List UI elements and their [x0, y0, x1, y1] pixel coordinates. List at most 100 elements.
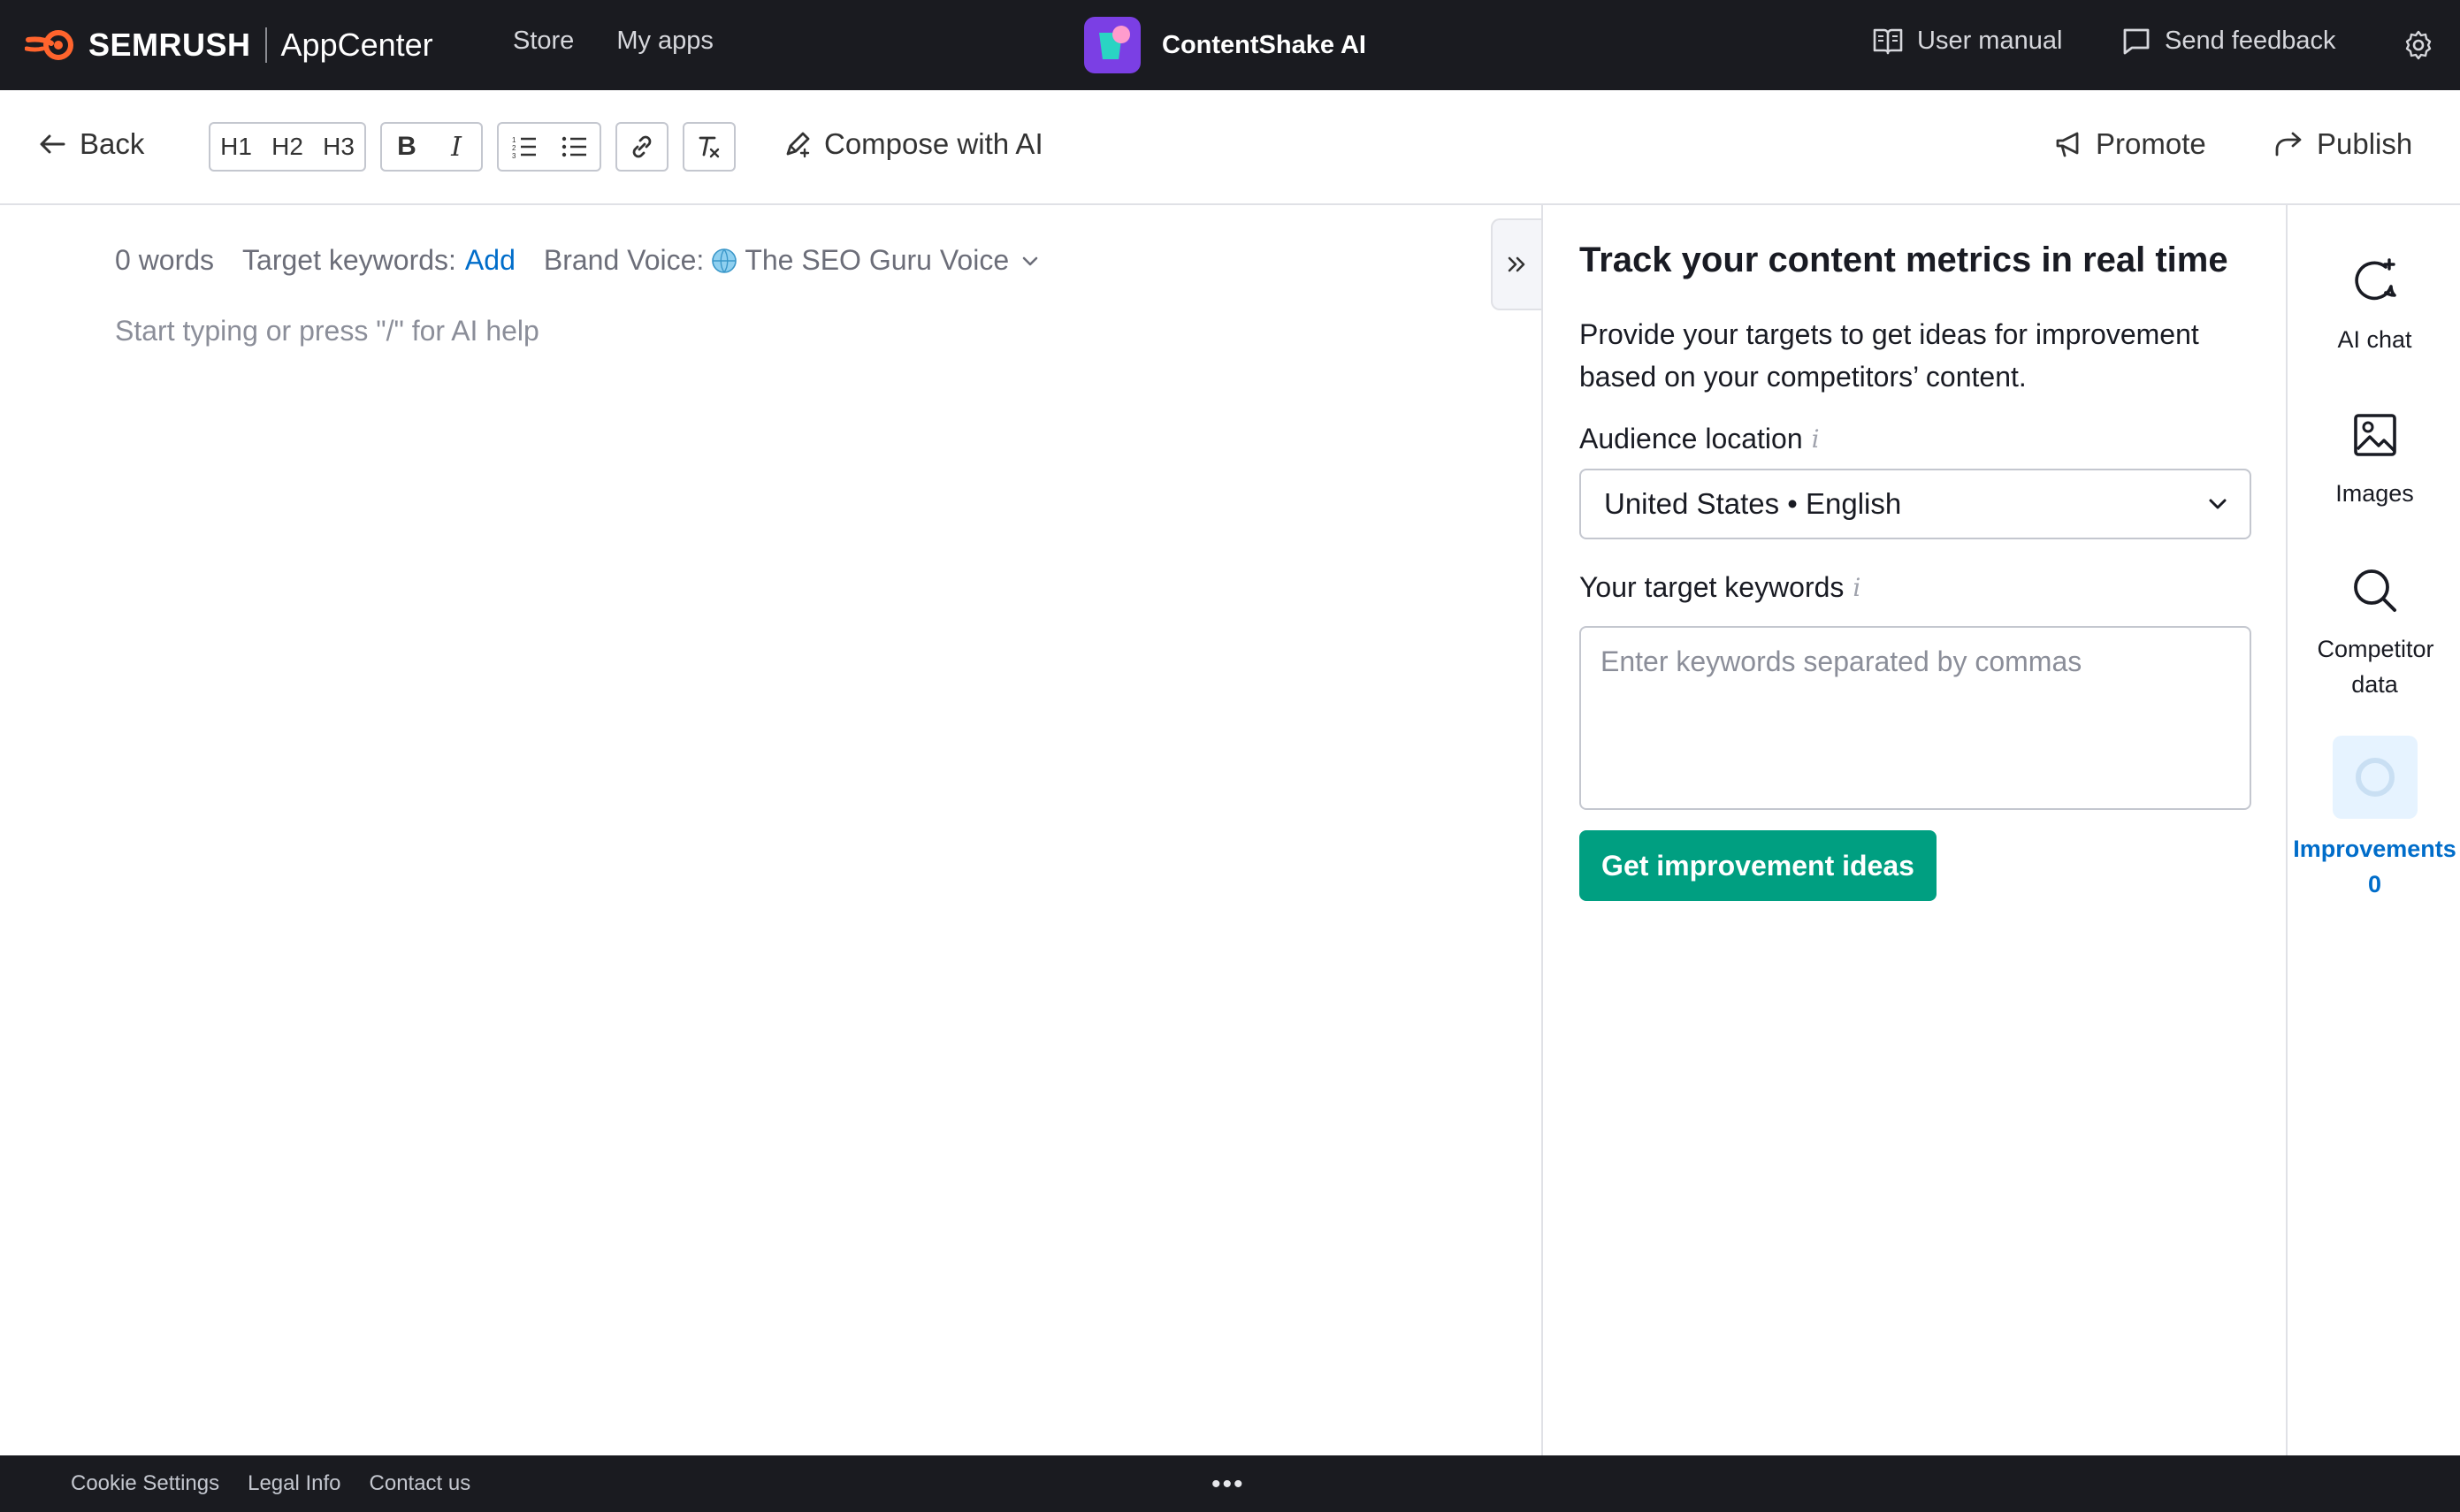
clear-format-group	[683, 122, 736, 172]
brand-app-name: AppCenter	[280, 27, 433, 63]
rail-ai-chat-button[interactable]: AI chat	[2288, 253, 2460, 357]
bold-button[interactable]: B	[382, 124, 432, 170]
rail-improvements-count: 0	[2367, 871, 2382, 897]
publish-label: Publish	[2317, 127, 2413, 160]
compose-label: Compose with AI	[824, 127, 1043, 160]
footer: Cookie Settings Legal Info Contact us ••…	[0, 1455, 2460, 1512]
app-identity: ContentShake AI	[1084, 17, 1366, 73]
info-icon[interactable]: i	[1853, 573, 1860, 602]
brand-name: SEMRUSH	[88, 27, 251, 63]
double-chevron-right-icon	[1508, 256, 1525, 272]
megaphone-icon	[2056, 132, 2079, 157]
target-keywords-label: Target keywords:	[242, 244, 456, 276]
rail-ai-chat-label: AI chat	[2337, 326, 2412, 353]
link-group	[615, 122, 668, 172]
audience-location-value: United States • English	[1604, 487, 1902, 520]
ordered-list-icon: 123	[512, 136, 536, 158]
svg-text:1: 1	[512, 136, 516, 144]
footer-links: Cookie Settings Legal Info Contact us	[71, 1471, 470, 1496]
ordered-list-button[interactable]: 123	[499, 124, 549, 170]
arrow-left-icon	[40, 134, 65, 154]
add-target-keywords-link[interactable]: Add	[465, 244, 516, 277]
audience-location-label-text: Audience location	[1579, 423, 1803, 454]
document-meta-bar: 0 words Target keywords: Add Brand Voice…	[115, 244, 1039, 277]
publish-button[interactable]: Publish	[2274, 127, 2412, 161]
audience-location-select[interactable]: United States • English	[1579, 469, 2251, 539]
promote-button[interactable]: Promote	[2055, 127, 2206, 161]
user-manual-label: User manual	[1917, 27, 2063, 55]
rail-improvements-button[interactable]: Improvements 0	[2288, 736, 2460, 902]
nav-my-apps-link[interactable]: My apps	[616, 27, 714, 56]
top-nav: Store My apps	[513, 27, 714, 56]
content-metrics-panel: Track your content metrics in real time …	[1541, 205, 2286, 1455]
info-icon[interactable]: i	[1812, 424, 1820, 454]
nav-store-link[interactable]: Store	[513, 27, 574, 56]
target-keywords-input[interactable]	[1579, 626, 2251, 810]
image-icon	[2352, 407, 2398, 463]
chat-icon	[2122, 27, 2151, 56]
italic-button[interactable]: I	[432, 124, 481, 170]
brand-divider	[264, 27, 267, 63]
cookie-settings-link[interactable]: Cookie Settings	[71, 1471, 219, 1496]
list-format-group: 123	[497, 122, 601, 172]
word-count: 0 words	[115, 244, 215, 276]
contact-us-link[interactable]: Contact us	[370, 1471, 471, 1496]
rail-competitor-data-button[interactable]: Competitor data	[2288, 562, 2460, 702]
chevron-down-icon	[2209, 499, 2227, 509]
get-improvement-ideas-button[interactable]: Get improvement ideas	[1579, 830, 1937, 901]
heading-3-button[interactable]: H3	[313, 124, 364, 170]
link-button[interactable]	[617, 124, 667, 170]
rail-improvements-label: Improvements	[2293, 836, 2456, 862]
rail-images-label: Images	[2335, 480, 2414, 507]
globe-icon	[712, 248, 737, 273]
audience-location-label: Audience location i	[1579, 423, 1820, 455]
heading-1-button[interactable]: H1	[210, 124, 262, 170]
brand-voice-selector[interactable]: Brand Voice: The SEO Guru Voice	[544, 244, 1039, 277]
collapse-panel-button[interactable]	[1491, 218, 1542, 310]
brand-voice-label: Brand Voice:	[543, 244, 705, 276]
clear-formatting-button[interactable]	[684, 124, 734, 170]
share-arrow-icon	[2275, 132, 2302, 157]
legal-info-link[interactable]: Legal Info	[248, 1471, 340, 1496]
editor-placeholder[interactable]: Start typing or press "/" for AI help	[115, 315, 539, 347]
clear-formatting-icon	[699, 136, 720, 158]
top-navigation-bar: SEMRUSH AppCenter Store My apps ContentS…	[0, 0, 2460, 90]
back-label: Back	[80, 127, 145, 160]
bullet-list-button[interactable]	[549, 124, 600, 170]
app-title: ContentShake AI	[1162, 30, 1366, 59]
editor-toolbar: Back H1 H2 H3 B I 123 Compose with AI Pr…	[0, 90, 2460, 205]
back-button[interactable]: Back	[39, 127, 144, 161]
text-format-group: B I	[380, 122, 483, 172]
send-feedback-link[interactable]: Send feedback	[2122, 27, 2335, 56]
svg-text:2: 2	[512, 144, 516, 152]
book-icon	[1873, 27, 1903, 56]
send-feedback-label: Send feedback	[2165, 27, 2336, 55]
rail-images-button[interactable]: Images	[2288, 407, 2460, 511]
magic-pen-icon	[786, 132, 810, 158]
svg-text:3: 3	[512, 152, 516, 158]
panel-description: Provide your targets to get ideas for im…	[1579, 318, 2199, 393]
chat-sparkle-icon	[2350, 253, 2400, 309]
semrush-logo[interactable]: SEMRUSH AppCenter	[25, 23, 433, 67]
heading-2-button[interactable]: H2	[262, 124, 313, 170]
tools-rail: AI chat Images Competitor data Improveme…	[2286, 205, 2460, 1455]
more-options-button[interactable]: •••	[1211, 1470, 1245, 1500]
ring-icon	[2332, 736, 2418, 819]
bullet-list-icon	[562, 136, 586, 157]
chevron-down-icon	[1022, 256, 1038, 265]
target-keywords-label-text: Your target keywords	[1579, 571, 1845, 603]
gear-icon	[2403, 30, 2433, 60]
link-icon	[632, 135, 652, 158]
compose-with-ai-button[interactable]: Compose with AI	[783, 127, 1043, 161]
contentshake-app-icon	[1084, 17, 1141, 73]
settings-button[interactable]	[2403, 30, 2433, 60]
promote-label: Promote	[2096, 127, 2206, 160]
search-icon	[2350, 562, 2400, 619]
user-manual-link[interactable]: User manual	[1873, 27, 2062, 56]
rail-competitor-data-label: Competitor data	[2317, 636, 2434, 698]
brand-voice-value: The SEO Guru Voice	[745, 244, 1010, 276]
semrush-fire-icon	[25, 30, 73, 60]
target-keywords-field-label: Your target keywords i	[1579, 571, 1860, 604]
panel-title: Track your content metrics in real time	[1579, 241, 2228, 279]
heading-buttons-group: H1 H2 H3	[209, 122, 366, 172]
